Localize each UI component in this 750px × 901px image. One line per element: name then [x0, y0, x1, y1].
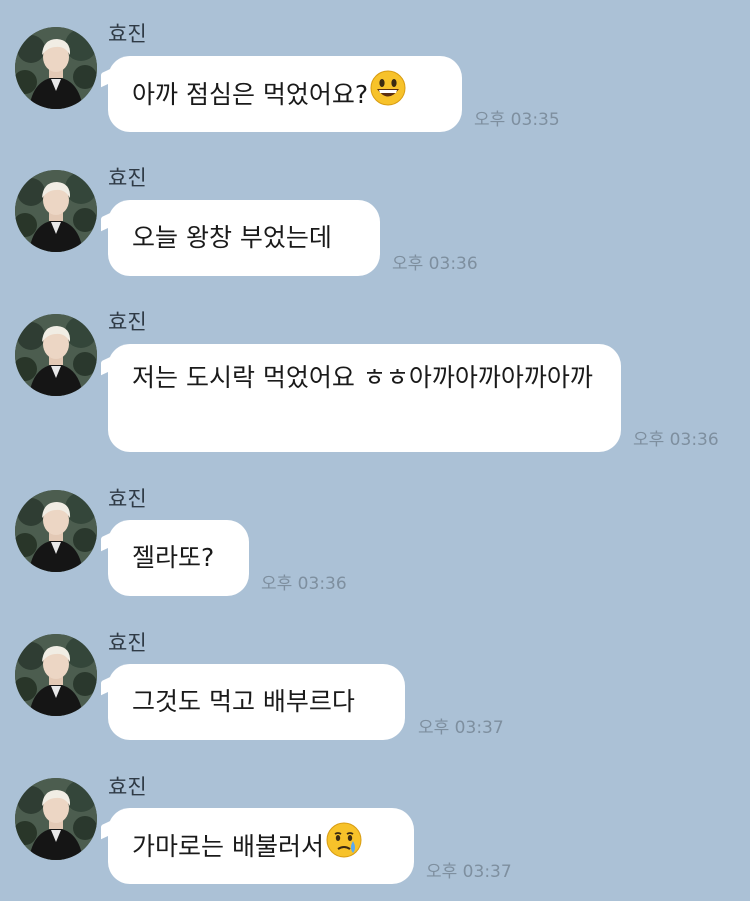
message-bubble[interactable]: 아까 점심은 먹었어요?: [108, 56, 462, 132]
sender-name: 효진: [108, 166, 147, 190]
message-bubble[interactable]: 가마로는 배불러서: [108, 808, 414, 884]
sender-name: 효진: [108, 22, 147, 46]
avatar-image: [15, 634, 97, 716]
avatar[interactable]: [15, 634, 97, 716]
message-time: 오후 03:35: [474, 110, 560, 130]
message-text: 그것도 먹고 배부르다: [132, 687, 355, 716]
sender-name: 효진: [108, 631, 147, 655]
message-time: 오후 03:37: [426, 862, 512, 882]
message-text: 아까 점심은 먹었어요?: [132, 80, 369, 109]
message-time: 오후 03:37: [418, 718, 504, 738]
avatar-image: [15, 27, 97, 109]
message-bubble[interactable]: 오늘 왕창 부었는데: [108, 200, 380, 276]
message-time: 오후 03:36: [392, 254, 478, 274]
message-text: 오늘 왕창 부었는데: [132, 223, 332, 252]
avatar[interactable]: [15, 27, 97, 109]
avatar-image: [15, 170, 97, 252]
avatar-image: [15, 490, 97, 572]
avatar[interactable]: [15, 170, 97, 252]
message-text: 저는 도시락 먹었어요 ㅎㅎ아까아까아까아까: [132, 363, 593, 392]
crying-face-icon: [326, 822, 362, 868]
avatar-image: [15, 314, 97, 396]
message-bubble[interactable]: 그것도 먹고 배부르다: [108, 664, 405, 740]
message-bubble[interactable]: 젤라또?: [108, 520, 249, 596]
sender-name: 효진: [108, 775, 147, 799]
grinning-face-icon: [370, 70, 406, 116]
message-bubble[interactable]: 저는 도시락 먹었어요 ㅎㅎ아까아까아까아까: [108, 344, 621, 452]
message-time: 오후 03:36: [633, 430, 719, 450]
sender-name: 효진: [108, 310, 147, 334]
avatar[interactable]: [15, 778, 97, 860]
avatar[interactable]: [15, 314, 97, 396]
avatar-image: [15, 778, 97, 860]
message-text: 젤라또?: [132, 543, 215, 572]
message-text: 가마로는 배불러서: [132, 832, 324, 861]
sender-name: 효진: [108, 487, 147, 511]
message-time: 오후 03:36: [261, 574, 347, 594]
avatar[interactable]: [15, 490, 97, 572]
